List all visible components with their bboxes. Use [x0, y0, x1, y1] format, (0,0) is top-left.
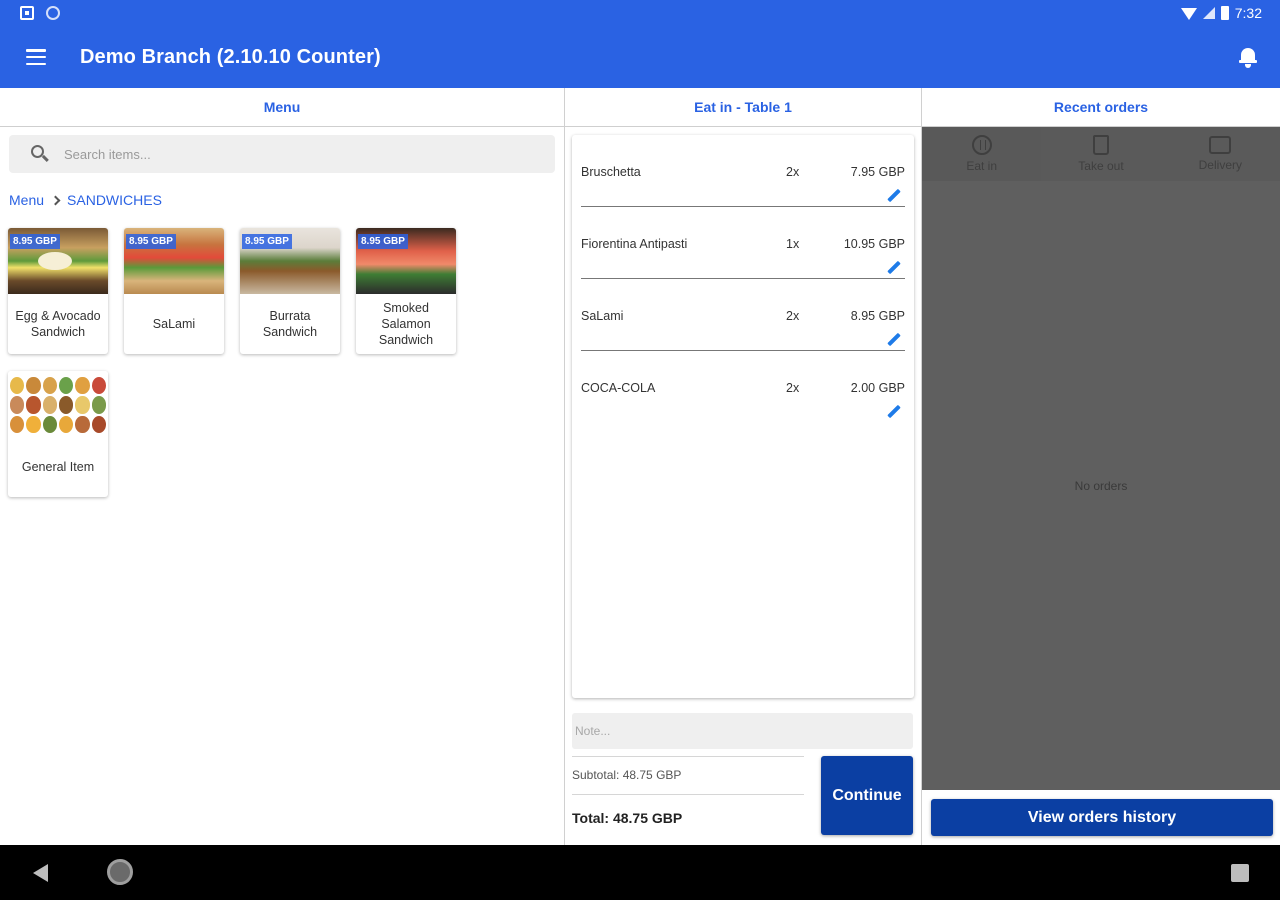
menu-item-card[interactable]: 8.95 GBP SaLami: [124, 228, 224, 354]
breadcrumb: Menu SANDWICHES: [9, 192, 162, 208]
order-lines-card: Bruschetta 2x 7.95 GBP Fiorentina Antipa…: [572, 135, 914, 698]
home-icon[interactable]: [107, 859, 133, 885]
delivery-icon: [1209, 136, 1232, 154]
tab-delivery[interactable]: Delivery: [1161, 127, 1280, 181]
tab-label: Take out: [1078, 159, 1124, 173]
tab-label: Eat in: [966, 159, 997, 173]
edit-pencil-icon[interactable]: [887, 260, 901, 275]
hamburger-menu-icon[interactable]: [26, 49, 46, 65]
order-line-price: 7.95 GBP: [850, 165, 905, 179]
menu-item-price: 8.95 GBP: [358, 234, 408, 249]
order-line-name: SaLami: [581, 309, 624, 323]
recent-apps-icon[interactable]: [1231, 864, 1249, 882]
search-icon: [31, 145, 49, 163]
order-line-price: 10.95 GBP: [843, 237, 905, 251]
order-line[interactable]: Fiorentina Antipasti 1x 10.95 GBP: [581, 207, 905, 279]
tab-take-out[interactable]: Take out: [1041, 127, 1160, 181]
menu-item-card[interactable]: 8.95 GBP Burrata Sandwich: [240, 228, 340, 354]
note-field[interactable]: [572, 713, 913, 749]
menu-item-card[interactable]: 8.95 GBP Egg & Avocado Sandwich: [8, 228, 108, 354]
menu-panel-header: Menu: [0, 88, 564, 127]
wifi-icon: [1180, 8, 1197, 20]
search-input[interactable]: [64, 146, 524, 162]
menu-item-price: 8.95 GBP: [126, 234, 176, 249]
order-line-qty: 1x: [786, 237, 800, 251]
menu-item-card[interactable]: General Item: [8, 371, 108, 497]
recent-orders-overlay: Eat in Take out Delivery No orders: [922, 127, 1280, 790]
menu-item-image: 8.95 GBP: [356, 228, 456, 294]
menu-item-name: Burrata Sandwich: [262, 309, 318, 339]
menu-item-name: General Item: [21, 460, 95, 474]
notification-icon: [20, 6, 34, 20]
order-line[interactable]: Bruschetta 2x 7.95 GBP: [581, 135, 905, 207]
order-panel-header: Eat in - Table 1: [565, 88, 921, 127]
order-line[interactable]: SaLami 2x 8.95 GBP: [581, 279, 905, 351]
order-line-name: Fiorentina Antipasti: [581, 237, 688, 251]
total-text: Total: 48.75 GBP: [572, 810, 683, 826]
divider: [572, 794, 804, 795]
divider: [572, 756, 804, 757]
empty-state-text: No orders: [1074, 479, 1128, 493]
breadcrumb-current: SANDWICHES: [67, 192, 162, 208]
menu-item-price: 8.95 GBP: [10, 234, 60, 249]
app-title: Demo Branch (2.10.10 Counter): [80, 45, 381, 68]
subtotal-text: Subtotal: 48.75 GBP: [572, 768, 682, 782]
menu-item-image: [8, 371, 108, 437]
notifications-bell-icon[interactable]: [1238, 46, 1258, 68]
menu-item-name: Smoked Salamon Sandwich: [378, 301, 434, 347]
edit-pencil-icon[interactable]: [887, 404, 901, 419]
edit-pencil-icon[interactable]: [887, 332, 901, 347]
recent-orders-header: Recent orders: [922, 88, 1280, 127]
food-icons-collage: [10, 377, 106, 433]
sync-icon: [46, 6, 60, 20]
menu-panel: Menu Menu SANDWICHES 8.95 GBP Egg & Avoc…: [0, 88, 564, 845]
menu-item-image: 8.95 GBP: [240, 228, 340, 294]
order-line[interactable]: COCA-COLA 2x 2.00 GBP: [581, 351, 905, 423]
order-line-name: Bruschetta: [581, 165, 641, 179]
menu-item-name: Egg & Avocado Sandwich: [15, 309, 101, 339]
order-line-name: COCA-COLA: [581, 381, 656, 395]
tab-eat-in[interactable]: Eat in: [922, 127, 1042, 181]
view-orders-history-button[interactable]: View orders history: [931, 799, 1273, 836]
edit-pencil-icon[interactable]: [887, 188, 901, 203]
chevron-right-icon: [50, 195, 61, 205]
menu-item-image: 8.95 GBP: [124, 228, 224, 294]
menu-item-card[interactable]: 8.95 GBP Smoked Salamon Sandwich: [356, 228, 456, 354]
order-line-price: 8.95 GBP: [850, 309, 905, 323]
recent-orders-panel: Recent orders Eat in Take out Delivery N…: [922, 88, 1280, 845]
takeout-bag-icon: [1092, 135, 1109, 155]
app-bar: Demo Branch (2.10.10 Counter): [0, 26, 1280, 88]
status-time: 7:32: [1234, 5, 1262, 21]
breadcrumb-root[interactable]: Menu: [9, 192, 44, 208]
order-line-qty: 2x: [786, 381, 800, 395]
search-bar[interactable]: [9, 135, 555, 173]
order-line-price: 2.00 GBP: [850, 381, 905, 395]
menu-item-image: 8.95 GBP: [8, 228, 108, 294]
continue-button[interactable]: Continue: [821, 756, 913, 835]
tab-label: Delivery: [1198, 158, 1242, 172]
system-nav-bar: [0, 845, 1280, 900]
back-icon[interactable]: [33, 864, 48, 882]
order-line-qty: 2x: [786, 309, 800, 323]
dine-in-icon: [971, 135, 992, 155]
cell-signal-icon: [1202, 7, 1215, 19]
order-type-tabs: Eat in Take out Delivery: [922, 127, 1280, 181]
menu-item-name: SaLami: [152, 317, 196, 331]
status-bar: 7:32: [0, 0, 1280, 26]
order-line-qty: 2x: [786, 165, 800, 179]
note-input[interactable]: [575, 724, 905, 738]
menu-item-price: 8.95 GBP: [242, 234, 292, 249]
battery-icon: [1220, 6, 1229, 20]
order-panel: Eat in - Table 1 Bruschetta 2x 7.95 GBP …: [565, 88, 921, 845]
